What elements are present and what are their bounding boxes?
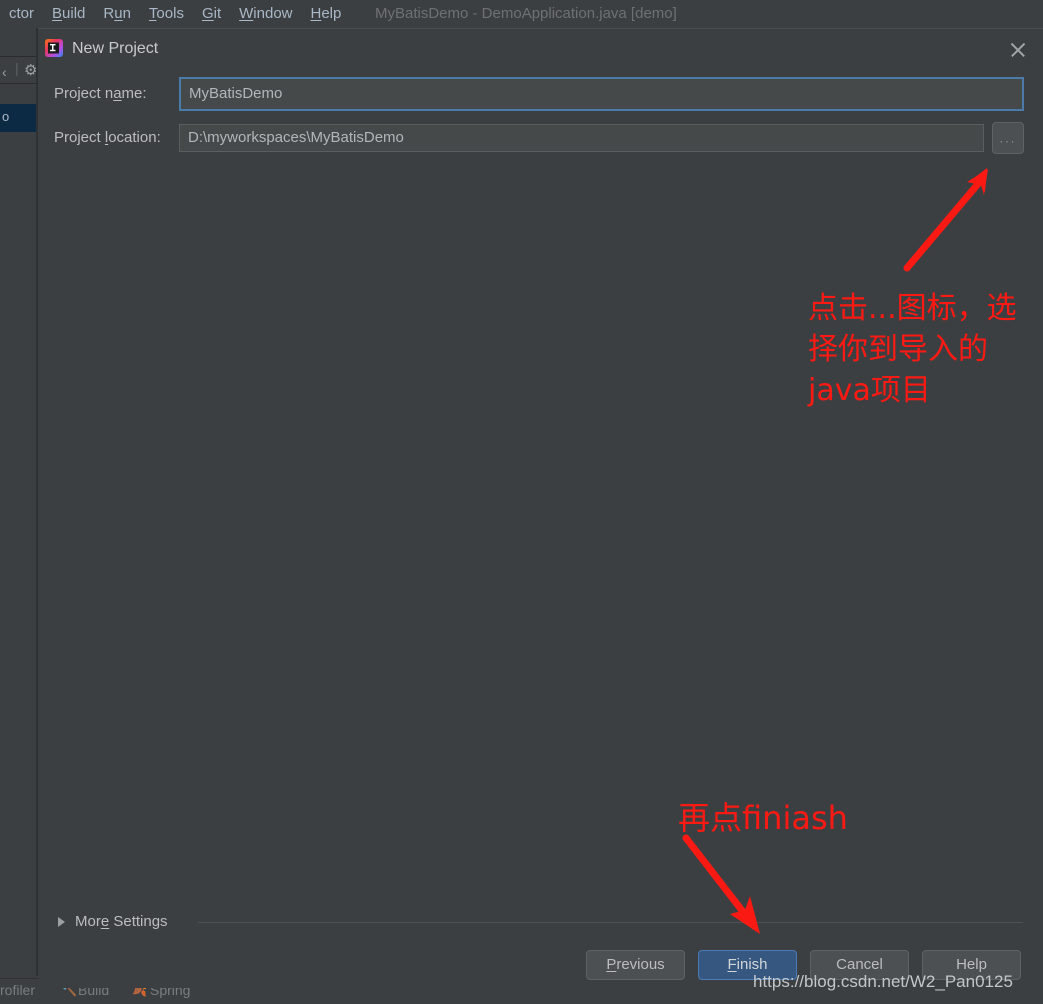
close-icon[interactable] (1007, 39, 1029, 61)
more-settings-label: More Settings (75, 913, 168, 930)
more-settings-toggle[interactable]: More Settings (58, 909, 1023, 935)
menu-item-tools[interactable]: Tools (140, 0, 193, 28)
menu-item-help[interactable]: Help (302, 0, 351, 28)
menu-item-refactor[interactable]: ctor (0, 0, 43, 28)
more-settings-rule (198, 922, 1023, 923)
new-project-dialog: New Project Project name: MyBatisDemo Pr… (38, 28, 1043, 988)
previous-button[interactable]: Previous (586, 950, 685, 980)
watermark: https://blog.csdn.net/W2_Pan0125 (753, 972, 1013, 991)
menu-item-run[interactable]: Run (94, 0, 140, 28)
ide-toolbar-row: ‹ | ⚙ (0, 56, 38, 84)
project-name-label: Project name: (54, 85, 147, 102)
dialog-title-bar: New Project (38, 29, 1043, 71)
annotation-note-bottom: 再点finiash (678, 799, 848, 837)
ide-selected-tab-label: o (2, 109, 10, 124)
status-item-profiler[interactable]: rofiler (0, 979, 35, 1001)
browse-button[interactable]: ... (992, 122, 1024, 154)
project-location-input[interactable]: D:\myworkspaces\MyBatisDemo (179, 124, 984, 152)
menu-item-git[interactable]: Git (193, 0, 230, 28)
ide-left-strip (0, 28, 38, 976)
toolbar-separator: | (15, 60, 19, 76)
intellij-idea-icon (45, 39, 63, 57)
chevron-left-icon[interactable]: ‹ (2, 65, 7, 79)
ide-window-title: MyBatisDemo - DemoApplication.java [demo… (375, 5, 677, 22)
project-name-input[interactable]: MyBatisDemo (179, 77, 1024, 111)
project-location-row: Project location: D:\myworkspaces\MyBati… (38, 122, 1043, 154)
triangle-right-icon (58, 917, 65, 927)
ide-selected-tab[interactable]: o (0, 104, 38, 132)
dialog-title: New Project (72, 40, 159, 57)
project-name-row: Project name: MyBatisDemo (38, 77, 1043, 111)
project-location-label: Project location: (54, 129, 161, 146)
screen: ctor Build Run Tools Git Window Help MyB… (0, 0, 1043, 1004)
menu-item-build[interactable]: Build (43, 0, 94, 28)
ellipsis-icon: ... (999, 130, 1017, 146)
annotation-note-top: 点击...图标，选 择你到导入的 java项目 (808, 291, 1017, 408)
menu-item-window[interactable]: Window (230, 0, 301, 28)
